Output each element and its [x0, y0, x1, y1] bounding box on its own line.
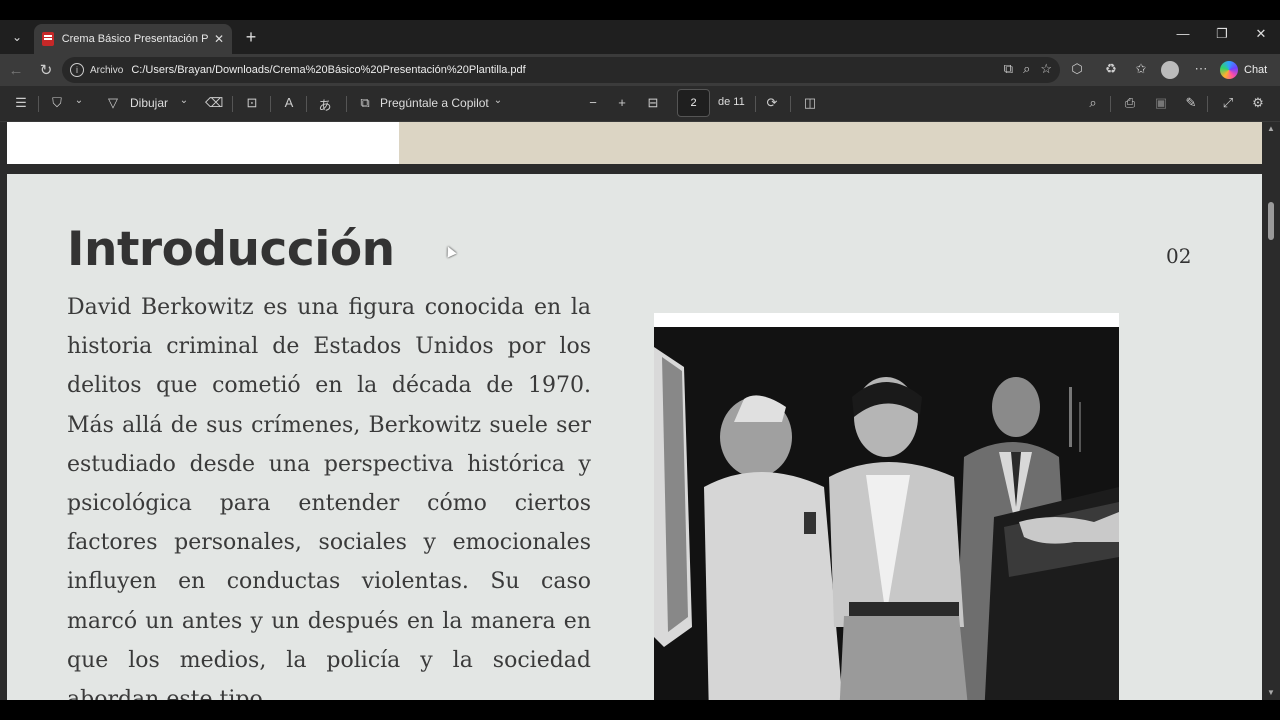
favorite-star-icon[interactable]: ☆ [1040, 61, 1052, 77]
rotate-icon[interactable]: ⟳ [763, 95, 781, 111]
highlight-icon[interactable]: ⛉ [48, 95, 66, 111]
minimize-icon[interactable]: — [1171, 26, 1195, 41]
copilot-icon[interactable]: ⧉ [1004, 61, 1013, 77]
chat-label: Chat [1244, 64, 1268, 76]
historical-photo [654, 327, 1119, 700]
divider [1110, 96, 1111, 112]
browser-window: ⌄ Crema Básico Presentación Plantilla ✕ … [0, 20, 1280, 700]
divider [755, 96, 756, 112]
page-view-icon[interactable]: ◫ [801, 95, 819, 111]
favorites-icon[interactable]: ✩ [1132, 61, 1150, 77]
new-tab-icon[interactable]: + [240, 26, 262, 48]
pdf-icon [42, 32, 54, 46]
extensions-icon[interactable]: ⬡ [1068, 61, 1086, 77]
copilot-chat-button[interactable]: Chat [1220, 59, 1267, 81]
zoom-in-icon[interactable]: + [613, 95, 631, 110]
beige-block [399, 122, 1262, 164]
settings-gear-icon[interactable]: ⚙ [1249, 95, 1267, 111]
page-number-input[interactable]: 2 [677, 89, 710, 117]
divider [38, 96, 39, 112]
zoom-out-icon[interactable]: − [584, 95, 602, 110]
site-info-icon[interactable]: i [70, 63, 84, 77]
more-options-icon[interactable]: ⋯ [1192, 61, 1210, 77]
tab-actions-chevron-icon[interactable]: ⌄ [6, 26, 28, 48]
divider [790, 96, 791, 112]
highlight-dropdown-icon[interactable]: ⌄ [70, 95, 88, 106]
file-scheme-label: Archivo [90, 64, 124, 76]
page-heading: Introducción [67, 222, 395, 277]
scroll-down-arrow-icon[interactable]: ▼ [1267, 688, 1275, 697]
translate-icon[interactable]: あ [316, 95, 334, 114]
back-icon[interactable]: ← [6, 60, 26, 80]
copilot-dropdown-icon[interactable]: ⌄ [489, 95, 507, 106]
draw-button[interactable]: Dibujar [130, 96, 168, 110]
tab-close-icon[interactable]: ✕ [214, 32, 224, 46]
tab-strip: ⌄ Crema Básico Presentación Plantilla ✕ … [0, 20, 1280, 54]
url-text[interactable]: C:/Users/Brayan/Downloads/Crema%20Básico… [131, 64, 525, 76]
page-number-label: 02 [1166, 244, 1192, 268]
intro-paragraph: David Berkowitz es una figura conocida e… [67, 295, 591, 700]
refresh-icon[interactable]: ↻ [36, 60, 56, 80]
text-box-icon[interactable]: ⊡ [243, 95, 261, 111]
restore-icon[interactable]: ❐ [1210, 26, 1234, 42]
fullscreen-icon[interactable]: ⤢ [1219, 95, 1237, 111]
tab-pdf[interactable]: Crema Básico Presentación Plantilla ✕ [34, 24, 232, 54]
copilot-pdf-icon[interactable]: ⧉ [356, 95, 374, 111]
eraser-icon[interactable]: ⌫ [205, 95, 223, 111]
draw-dropdown-icon[interactable]: ⌄ [175, 95, 193, 106]
fit-page-icon[interactable]: ⊟ [644, 95, 662, 111]
close-window-icon[interactable]: ✕ [1249, 26, 1273, 42]
pdf-viewer[interactable]: Introducción 02 David Berkowitz es una f… [0, 122, 1280, 700]
tab-title: Crema Básico Presentación Plantilla [61, 33, 208, 45]
contents-list-icon[interactable]: ☰ [12, 95, 30, 111]
copilot-logo-icon [1220, 61, 1238, 79]
url-input[interactable]: i Archivo C:/Users/Brayan/Downloads/Crem… [62, 57, 1060, 83]
zoom-icon[interactable]: ⌕ [1023, 61, 1030, 77]
pdf-toolbar: ☰ ⛉ ⌄ ▽ Dibujar ⌄ ⌫ ⊡ A あ ⧉ Pregúntale a… [0, 86, 1280, 122]
save-as-icon[interactable]: ✎ [1182, 95, 1200, 111]
vertical-scrollbar[interactable]: ▲ ▼ [1264, 122, 1278, 700]
address-bar: ← ↻ i Archivo C:/Users/Brayan/Downloads/… [0, 54, 1280, 86]
profile-avatar[interactable] [1161, 61, 1179, 79]
scrollbar-thumb[interactable] [1268, 202, 1274, 240]
browser-essentials-icon[interactable]: ♻ [1102, 61, 1120, 77]
draw-icon[interactable]: ▽ [104, 95, 122, 111]
divider [306, 96, 307, 112]
page-total: de 11 [718, 96, 745, 108]
search-icon[interactable]: ⌕ [1084, 95, 1102, 111]
pdf-page: Introducción 02 David Berkowitz es una f… [7, 174, 1262, 700]
divider [1207, 96, 1208, 112]
read-aloud-icon[interactable]: A [280, 95, 298, 110]
divider [270, 96, 271, 112]
save-icon[interactable]: ▣ [1152, 95, 1170, 111]
divider [232, 96, 233, 112]
divider [346, 96, 347, 112]
previous-page-bottom [7, 122, 1262, 164]
scroll-up-arrow-icon[interactable]: ▲ [1267, 124, 1275, 133]
photo-illustration [654, 327, 1119, 700]
print-icon[interactable]: ⎙ [1121, 95, 1139, 111]
ask-copilot-button[interactable]: Pregúntale a Copilot [380, 96, 489, 110]
